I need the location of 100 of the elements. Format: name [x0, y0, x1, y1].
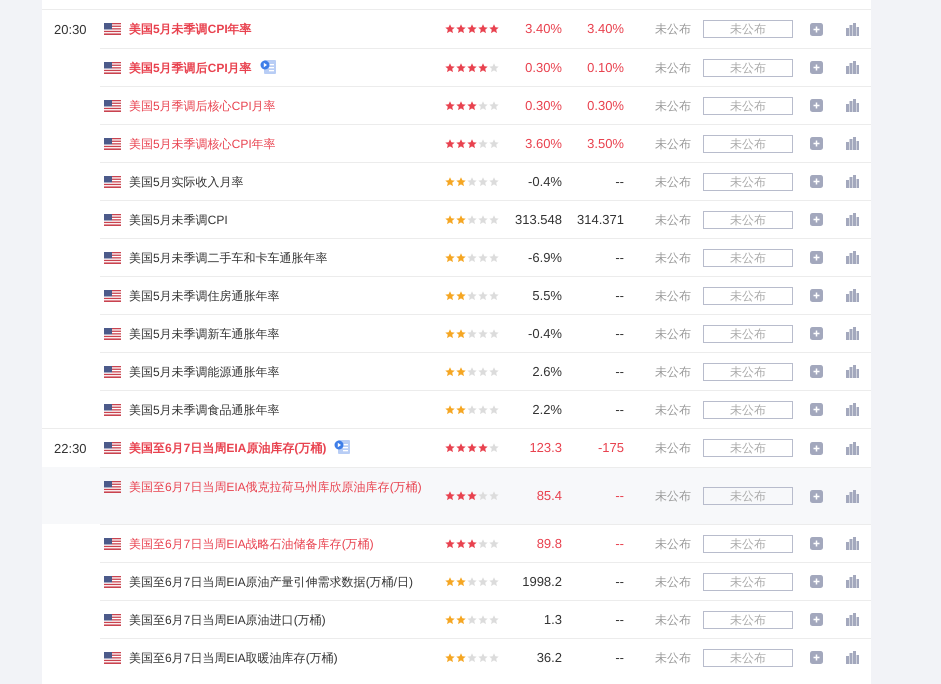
previous-value: 0.30%	[524, 96, 562, 115]
actual-input-field[interactable]: 未公布	[703, 286, 793, 304]
star-icon	[467, 614, 477, 624]
actual-input-field[interactable]: 未公布	[703, 572, 793, 590]
event-name[interactable]: 美国5月实际收入月率	[129, 173, 244, 191]
star-icon	[467, 652, 477, 662]
forecast-value: 0.10%	[586, 58, 624, 77]
star-icon	[489, 176, 499, 186]
previous-value: 123.3	[528, 439, 562, 458]
bar-chart-icon[interactable]	[846, 175, 859, 188]
forecast-value: 3.50%	[586, 134, 624, 153]
actual-input-field[interactable]: 未公布	[703, 648, 793, 666]
bar-chart-icon[interactable]	[846, 22, 859, 36]
actual-value: 未公布	[655, 402, 692, 418]
event-name[interactable]: 美国至6月7日当周EIA原油库存(万桶)	[129, 439, 326, 457]
actual-input-field[interactable]: 未公布	[703, 134, 793, 152]
us-flag-icon	[104, 652, 121, 664]
star-icon	[467, 576, 477, 586]
add-icon[interactable]	[810, 251, 823, 264]
us-flag-icon	[104, 328, 121, 340]
actual-input-field[interactable]: 未公布	[703, 96, 793, 114]
actual-input-field[interactable]: 未公布	[703, 324, 793, 342]
actual-input-field[interactable]: 未公布	[703, 610, 793, 628]
bar-chart-icon[interactable]	[846, 213, 859, 226]
actual-input-field[interactable]: 未公布	[703, 362, 793, 380]
event-name[interactable]: 美国至6月7日当周EIA原油进口(万桶)	[129, 611, 326, 629]
actual-input-field[interactable]: 未公布	[703, 172, 793, 190]
add-icon[interactable]	[810, 289, 823, 302]
add-icon[interactable]	[810, 537, 823, 550]
actual-input-field[interactable]: 未公布	[703, 439, 793, 457]
event-name[interactable]: 美国5月未季调核心CPI年率	[129, 135, 276, 153]
star-icon	[456, 538, 466, 548]
add-icon[interactable]	[810, 175, 823, 188]
add-icon[interactable]	[810, 651, 823, 664]
star-icon	[478, 176, 488, 186]
bar-chart-icon[interactable]	[846, 651, 859, 664]
add-icon[interactable]	[810, 22, 823, 36]
bar-chart-icon[interactable]	[846, 365, 859, 378]
actual-input-field[interactable]: 未公布	[703, 20, 793, 38]
star-icon	[445, 138, 455, 148]
star-icon	[478, 138, 488, 148]
add-icon[interactable]	[810, 99, 823, 112]
actual-value: 未公布	[655, 60, 692, 76]
event-name[interactable]: 美国5月未季调食品通胀年率	[129, 401, 280, 419]
bar-chart-icon[interactable]	[846, 403, 859, 416]
event-name[interactable]: 美国至6月7日当周EIA战略石油储备库存(万桶)	[129, 535, 374, 553]
star-icon	[478, 538, 488, 548]
bar-chart-icon[interactable]	[846, 99, 859, 112]
bar-chart-icon[interactable]	[846, 537, 859, 550]
bar-chart-icon[interactable]	[846, 61, 859, 74]
actual-input-field[interactable]: 未公布	[703, 487, 793, 505]
event-name[interactable]: 美国至6月7日当周EIA俄克拉荷马州库欣原油库存(万桶)	[129, 478, 422, 496]
event-name[interactable]: 美国5月未季调能源通胀年率	[129, 363, 280, 381]
actual-value: 未公布	[655, 440, 692, 457]
event-name[interactable]: 美国5月未季调新车通胀年率	[129, 325, 280, 343]
bar-chart-icon[interactable]	[846, 251, 859, 264]
star-icon	[456, 491, 466, 501]
bar-chart-icon[interactable]	[846, 327, 859, 340]
add-icon[interactable]	[810, 613, 823, 626]
add-icon[interactable]	[810, 442, 823, 454]
event-name[interactable]: 美国5月未季调CPI年率	[129, 20, 252, 38]
add-icon[interactable]	[810, 61, 823, 74]
add-icon[interactable]	[810, 403, 823, 416]
event-name[interactable]: 美国5月季调后核心CPI月率	[129, 97, 276, 115]
event-name[interactable]: 美国5月季调后CPI月率	[129, 59, 252, 77]
forecast-value: --	[614, 400, 624, 419]
star-icon	[489, 100, 499, 110]
bar-chart-icon[interactable]	[846, 137, 859, 150]
star-icon	[456, 214, 466, 224]
event-name[interactable]: 美国至6月7日当周EIA原油产量引伸需求数据(万桶/日)	[129, 573, 414, 591]
event-name[interactable]: 美国5月未季调住房通胀年率	[129, 287, 280, 305]
us-flag-icon	[104, 614, 121, 626]
actual-input-field[interactable]: 未公布	[703, 58, 793, 76]
actual-input-field[interactable]: 未公布	[703, 534, 793, 552]
us-flag-icon	[104, 481, 121, 493]
bar-chart-icon[interactable]	[846, 613, 859, 626]
add-icon[interactable]	[810, 490, 823, 502]
bar-chart-icon[interactable]	[846, 575, 859, 588]
actual-input-field[interactable]: 未公布	[703, 400, 793, 418]
star-icon	[489, 138, 499, 148]
event-name[interactable]: 美国5月未季调二手车和卡车通胀年率	[129, 249, 328, 267]
actual-input-field[interactable]: 未公布	[703, 248, 793, 266]
event-name[interactable]: 美国5月未季调CPI	[129, 211, 228, 229]
forecast-value: --	[614, 572, 624, 591]
actual-value: 未公布	[655, 650, 692, 666]
bar-chart-icon[interactable]	[846, 442, 859, 454]
add-icon[interactable]	[810, 213, 823, 226]
previous-value: 3.60%	[524, 134, 562, 153]
add-icon[interactable]	[810, 327, 823, 340]
previous-value: -6.9%	[527, 248, 562, 267]
actual-input-field[interactable]: 未公布	[703, 210, 793, 228]
forecast-value: --	[614, 286, 624, 305]
bar-chart-icon[interactable]	[846, 289, 859, 302]
event-name[interactable]: 美国至6月7日当周EIA取暖油库存(万桶)	[129, 649, 338, 667]
bar-chart-icon[interactable]	[846, 490, 859, 502]
previous-value: 2.6%	[531, 362, 562, 381]
add-icon[interactable]	[810, 575, 823, 588]
add-icon[interactable]	[810, 365, 823, 378]
star-icon	[467, 290, 477, 300]
add-icon[interactable]	[810, 137, 823, 150]
